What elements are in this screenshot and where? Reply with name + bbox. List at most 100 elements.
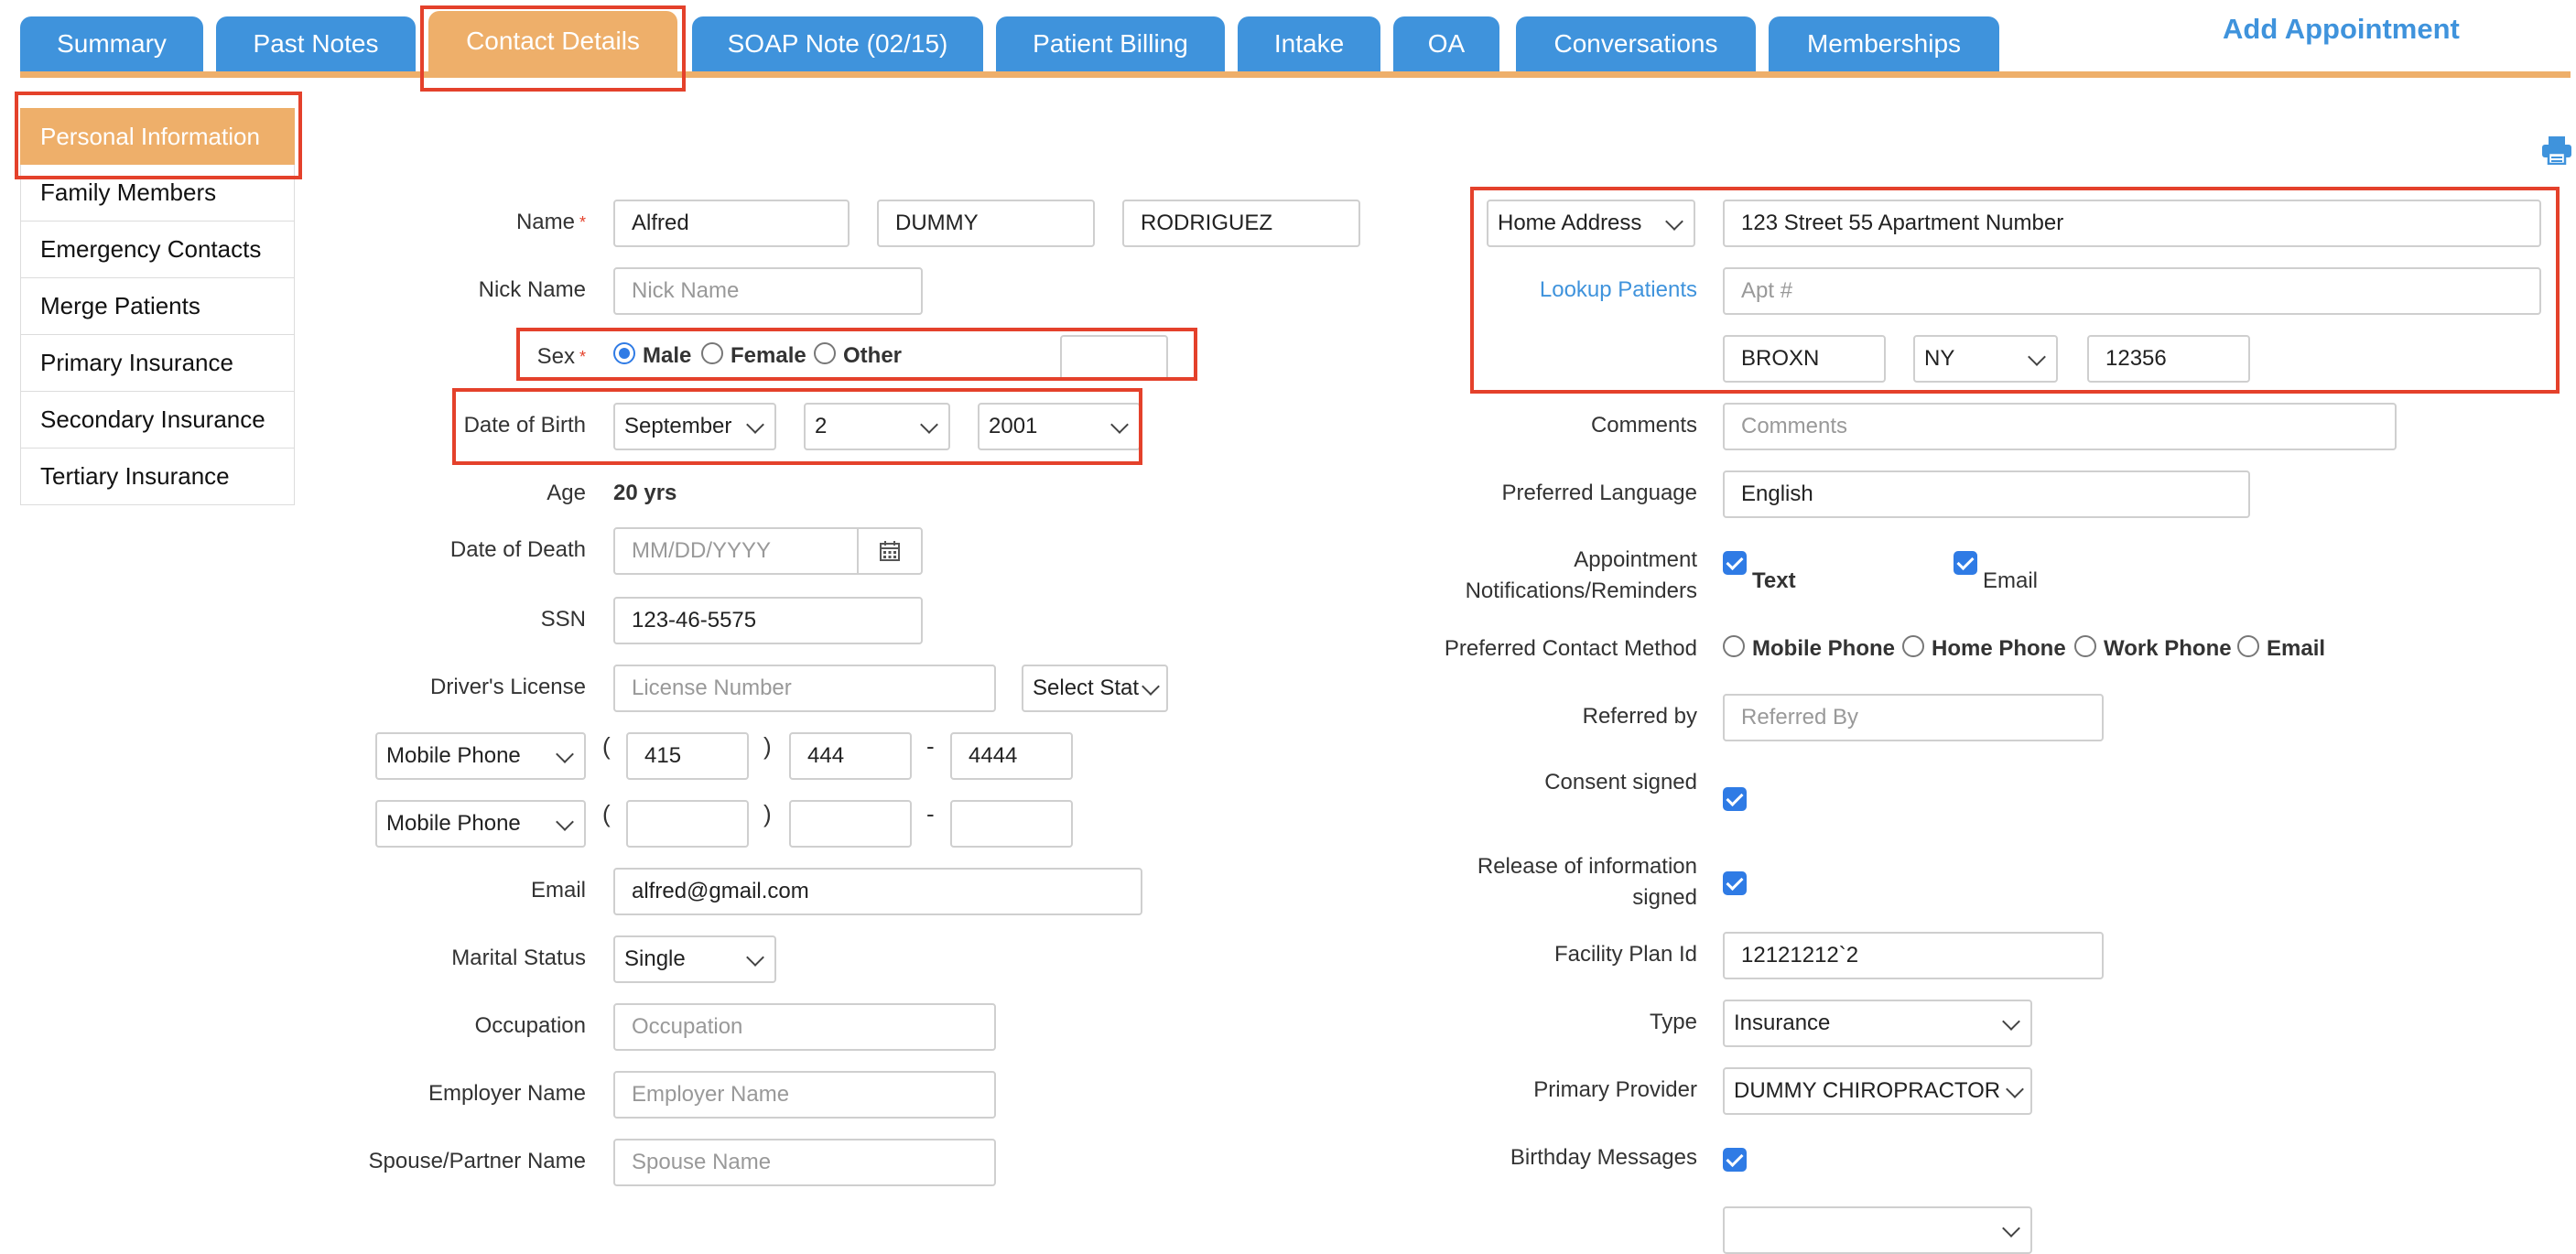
type-label: Type [1649,1010,1697,1034]
phone2-paren-open: ( [602,800,611,827]
phone2-line-input[interactable] [950,800,1073,848]
spouse-label: Spouse/Partner Name [368,1149,586,1173]
dod-input[interactable] [613,527,859,575]
contact-method-label: Preferred Contact Method [1444,636,1697,661]
contact-mobile-radio[interactable] [1723,635,1745,657]
dod-label: Date of Death [449,537,586,562]
occupation-label: Occupation [474,1013,586,1038]
release-label-line2: signed [1632,885,1697,910]
consent-signed-checkbox[interactable] [1723,787,1747,811]
notifications-label-line2: Notifications/Reminders [1465,578,1697,603]
license-label: Driver's License [430,675,586,699]
sex-other-radio[interactable] [814,342,836,364]
add-appointment-link[interactable]: Add Appointment [2223,13,2460,46]
license-state-select[interactable]: Select Stat [1022,665,1168,712]
comments-input[interactable] [1723,403,2397,450]
tab-intake[interactable]: Intake [1238,16,1380,71]
preferred-language-input[interactable] [1723,470,2250,518]
dob-year-select[interactable]: 2001 [978,403,1141,450]
ssn-input[interactable] [613,597,923,644]
middle-name-input[interactable] [877,200,1095,247]
sidebar-item-tertiary-insurance[interactable]: Tertiary Insurance [20,449,295,505]
sidebar-item-primary-insurance[interactable]: Primary Insurance [20,335,295,392]
nick-name-input[interactable] [613,267,923,315]
marital-status-label: Marital Status [451,946,586,970]
sidebar-item-merge-patients[interactable]: Merge Patients [20,278,295,335]
primary-provider-label: Primary Provider [1533,1077,1697,1102]
release-signed-checkbox[interactable] [1723,871,1747,895]
email-label: Email [530,878,586,903]
tab-oa[interactable]: OA [1393,16,1499,71]
sex-male-radio[interactable] [613,342,635,364]
tab-soap-note[interactable]: SOAP Note (02/15) [692,16,983,71]
chevron-down-icon [556,813,574,831]
phone2-dash: - [926,800,935,827]
address-line1-input[interactable] [1723,200,2541,247]
notif-email-checkbox[interactable] [1954,551,1977,575]
contact-home-radio[interactable] [1902,635,1924,657]
phone2-prefix-input[interactable] [789,800,912,848]
sex-other-input[interactable] [1060,335,1168,381]
calendar-button[interactable] [857,527,923,575]
occupation-input[interactable] [613,1003,996,1051]
apt-input[interactable] [1723,267,2541,315]
first-name-input[interactable] [613,200,850,247]
dob-month-select[interactable]: September [613,403,776,450]
tab-patient-billing[interactable]: Patient Billing [996,16,1225,71]
chevron-down-icon [556,745,574,763]
referred-by-input[interactable] [1723,694,2104,741]
sex-female-radio[interactable] [701,342,723,364]
state-select[interactable]: NY [1913,335,2058,383]
sidebar-item-secondary-insurance[interactable]: Secondary Insurance [20,392,295,449]
facility-plan-label: Facility Plan Id [1553,942,1697,967]
dob-day-select[interactable]: 2 [804,403,950,450]
phone1-line-input[interactable] [950,732,1073,780]
nick-name-label: Nick Name [478,277,586,302]
lookup-patients-link[interactable]: Lookup Patients [1474,275,1697,306]
phone1-prefix-input[interactable] [789,732,912,780]
print-icon[interactable] [2541,135,2572,166]
tab-summary[interactable]: Summary [20,16,203,71]
release-label-line1: Release of information [1477,854,1697,879]
sidebar-item-emergency-contacts[interactable]: Emergency Contacts [20,222,295,278]
phone1-dash: - [926,732,935,760]
chevron-down-icon [1665,212,1683,231]
phone2-type-select[interactable]: Mobile Phone [375,800,586,848]
facility-plan-input[interactable] [1723,932,2104,979]
consent-signed-label: Consent signed [1544,770,1697,795]
notif-text-label: Text [1752,568,1796,593]
marital-status-select[interactable]: Single [613,935,776,983]
license-input[interactable] [613,665,996,712]
sex-other-label: Other [843,343,903,368]
phone2-area-input[interactable] [626,800,749,848]
chevron-down-icon [746,948,764,967]
employer-input[interactable] [613,1071,996,1119]
phone1-area-input[interactable] [626,732,749,780]
address-type-select[interactable]: Home Address [1487,200,1695,247]
birthday-messages-checkbox[interactable] [1723,1148,1747,1172]
chevron-down-icon [2002,1219,2020,1238]
tab-conversations[interactable]: Conversations [1516,16,1756,71]
contact-work-radio[interactable] [2074,635,2096,657]
primary-provider-select[interactable]: DUMMY CHIROPRACTOR [1723,1067,2032,1115]
bottom-cutoff-select[interactable] [1723,1206,2032,1254]
type-select[interactable]: Insurance [1723,1000,2032,1047]
email-input[interactable] [613,868,1142,915]
sidebar-item-personal-information[interactable]: Personal Information [20,108,295,165]
contact-email-radio[interactable] [2237,635,2259,657]
tab-contact-details[interactable]: Contact Details [428,11,677,71]
tab-underline [20,71,2571,78]
city-input[interactable] [1723,335,1886,383]
notif-text-checkbox[interactable] [1723,551,1747,575]
sidebar-item-family-members[interactable]: Family Members [20,165,295,222]
spouse-input[interactable] [613,1139,996,1186]
tab-past-notes[interactable]: Past Notes [216,16,416,71]
phone1-paren-open: ( [602,732,611,760]
contact-home-label: Home Phone [1932,636,2066,661]
birthday-messages-label: Birthday Messages [1510,1145,1697,1170]
zip-input[interactable] [2087,335,2250,383]
last-name-input[interactable] [1122,200,1360,247]
phone1-type-select[interactable]: Mobile Phone [375,732,586,780]
tab-memberships[interactable]: Memberships [1769,16,1999,71]
notifications-label-line1: Appointment [1574,547,1697,572]
